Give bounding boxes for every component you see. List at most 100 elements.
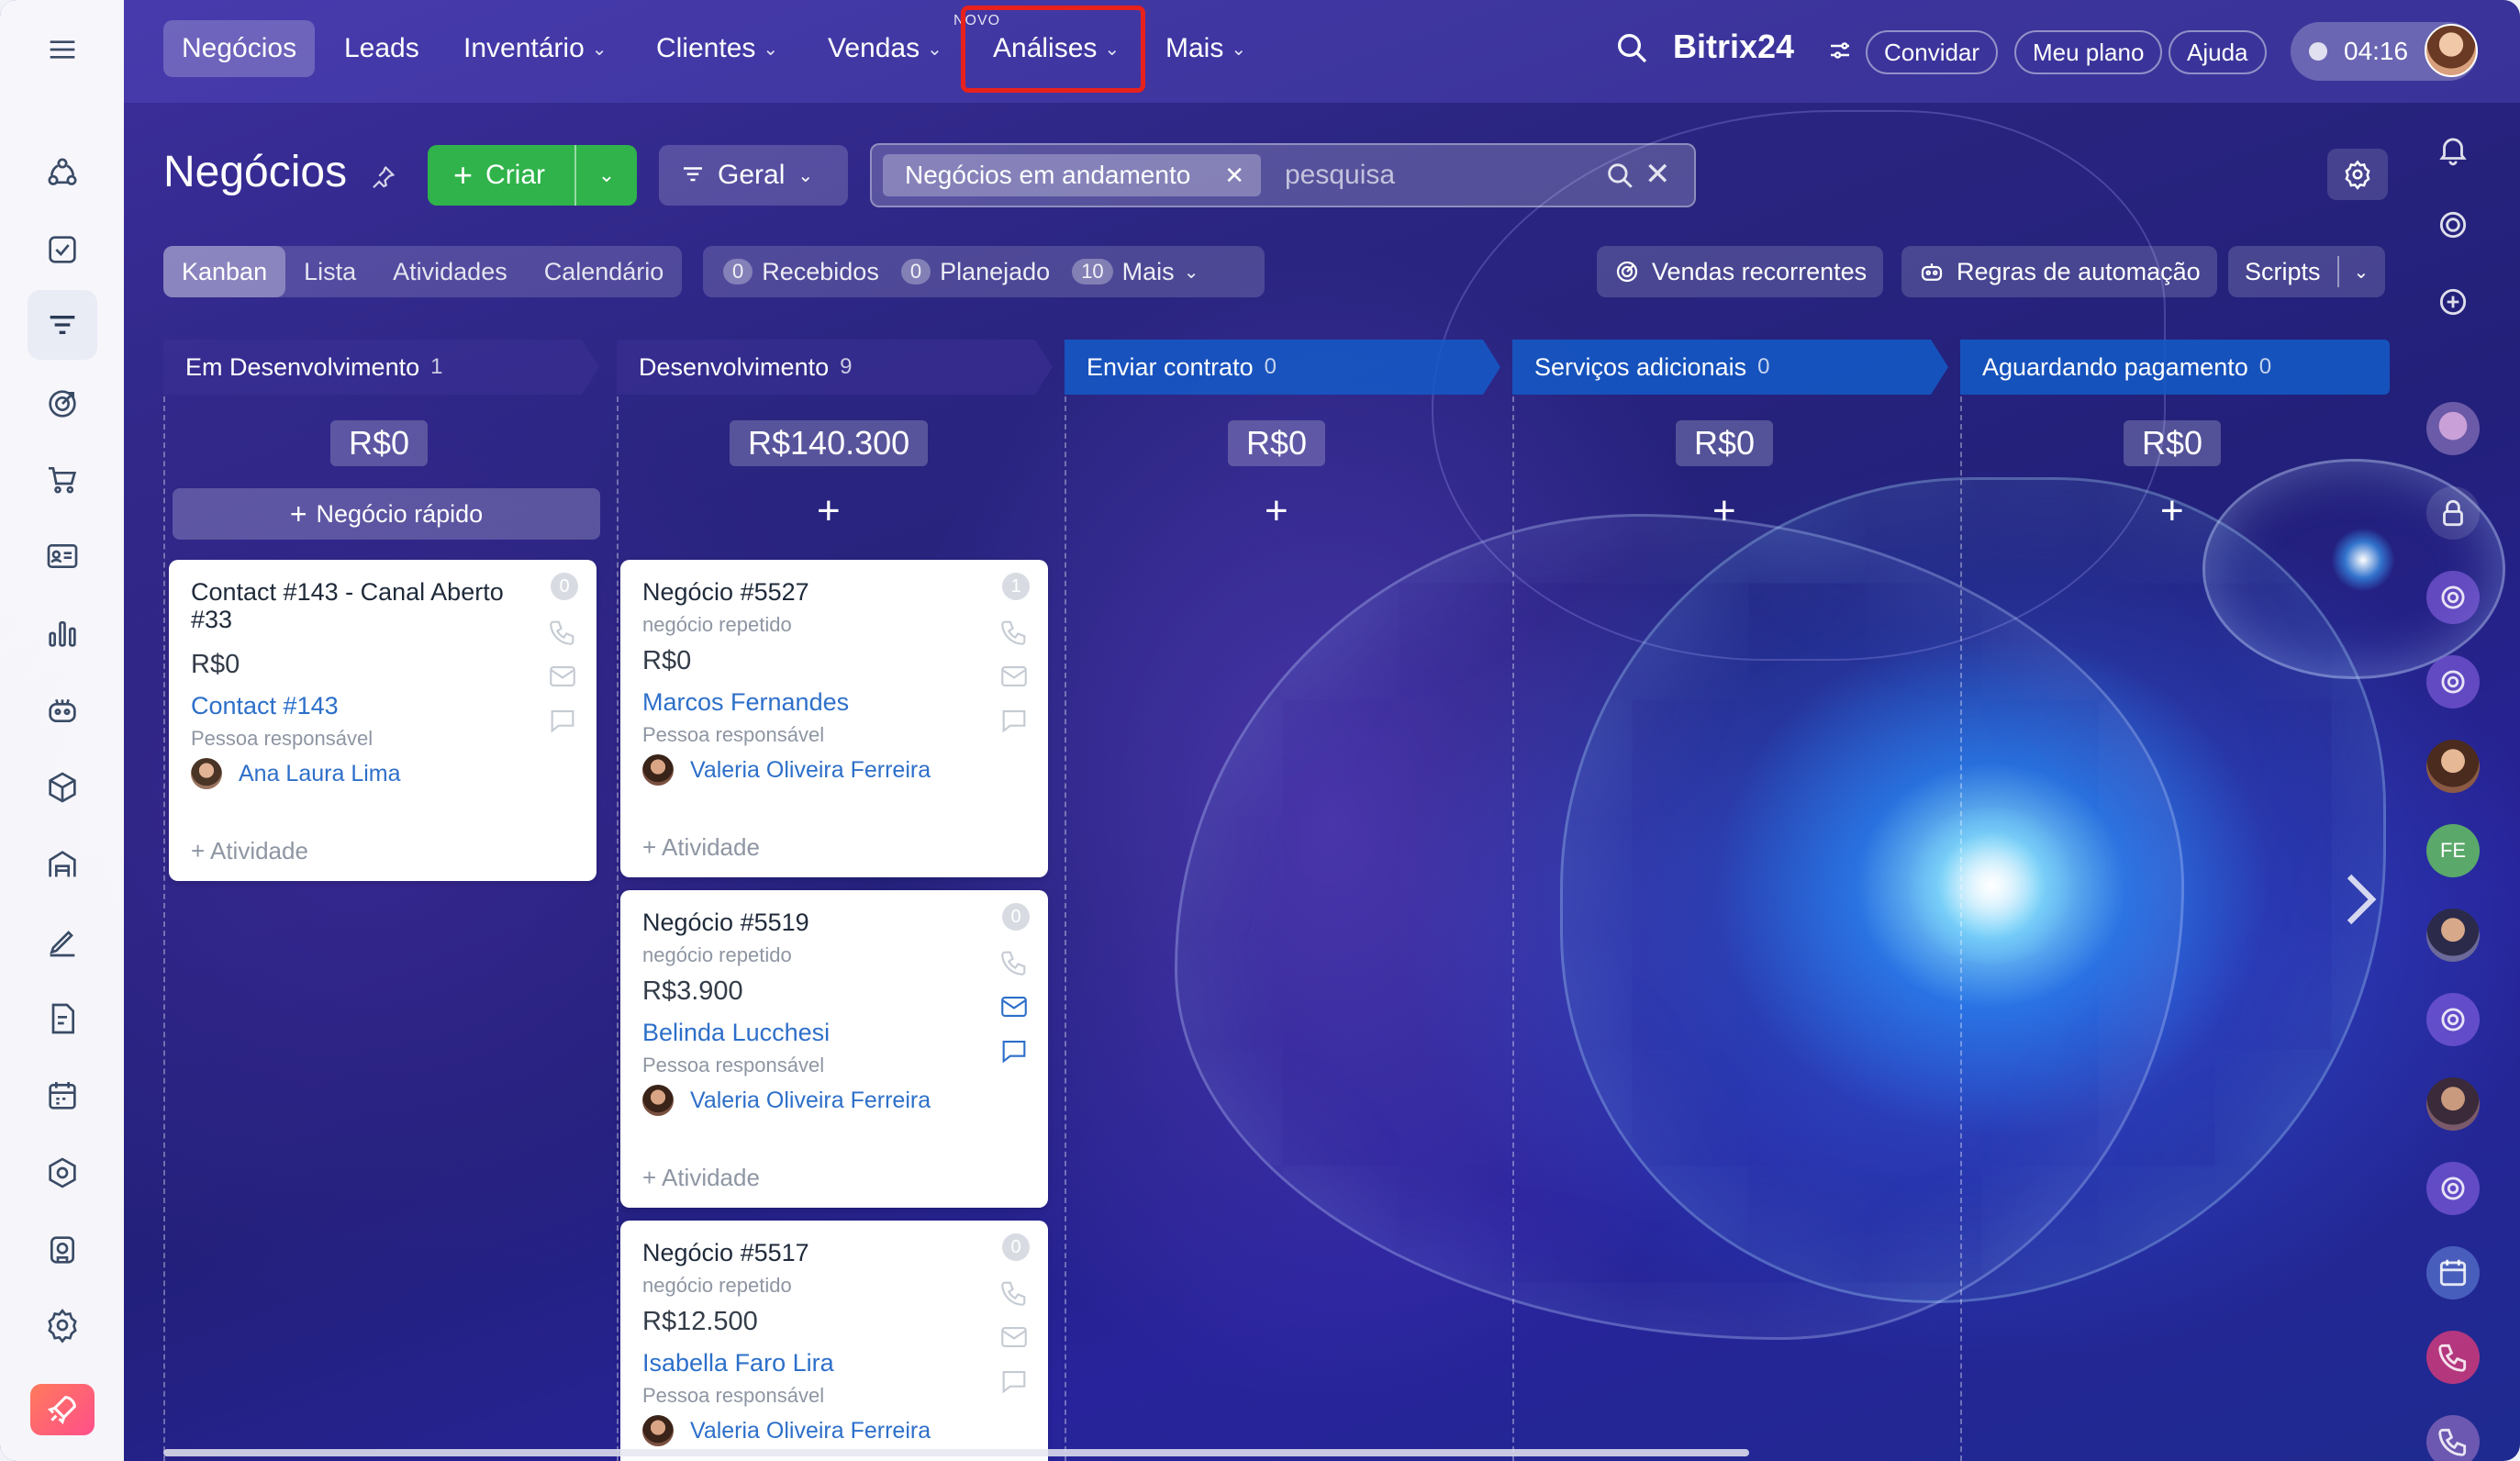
channel-icon[interactable] xyxy=(2426,655,2480,708)
tab-atividades[interactable]: Atividades xyxy=(374,246,526,297)
filter-chip[interactable]: Negócios em andamento ✕ xyxy=(883,154,1261,196)
deal-contact-link[interactable]: Isabella Faro Lira xyxy=(642,1349,834,1377)
nav-item-mais[interactable]: Mais ⌄ xyxy=(1147,20,1265,77)
document-icon[interactable] xyxy=(28,984,97,1054)
calendar-icon[interactable] xyxy=(28,1061,97,1131)
clear-search-icon[interactable]: ✕ xyxy=(1645,156,1671,193)
create-button[interactable]: + Criar ⌄ xyxy=(428,145,637,206)
robot-icon[interactable] xyxy=(28,675,97,745)
nav-item-leads[interactable]: Leads xyxy=(326,20,438,77)
marketplace-icon[interactable] xyxy=(28,1215,97,1285)
counter-planejado[interactable]: 0 Planejado xyxy=(900,258,1050,286)
invite-button[interactable]: Convidar xyxy=(1866,30,1999,74)
sign-icon[interactable] xyxy=(28,907,97,976)
counter-recebidos[interactable]: 0 Recebidos xyxy=(723,258,879,286)
tab-calendario[interactable]: Calendário xyxy=(526,246,683,297)
search-icon[interactable] xyxy=(1604,160,1635,191)
help-button[interactable]: Ajuda xyxy=(2169,30,2267,74)
counter-mais[interactable]: 10 Mais ⌄ xyxy=(1072,258,1199,286)
tab-lista[interactable]: Lista xyxy=(285,246,374,297)
menu-icon[interactable] xyxy=(28,15,97,84)
my-plan-button[interactable]: Meu plano xyxy=(2014,30,2163,74)
search-input[interactable] xyxy=(1285,154,1560,196)
phone-icon[interactable] xyxy=(2426,1331,2480,1384)
contact-avatar[interactable] xyxy=(2426,740,2480,793)
add-deal-plus-icon[interactable]: + xyxy=(817,491,841,531)
scripts-button[interactable]: Scripts ⌄ xyxy=(2228,246,2386,297)
contact-card-icon[interactable] xyxy=(28,521,97,591)
column-header[interactable]: Aguardando pagamento 0 xyxy=(1960,340,2390,395)
rocket-icon[interactable] xyxy=(30,1384,95,1435)
bot-avatar[interactable] xyxy=(2426,402,2480,455)
add-activity-link[interactable]: + Atividade xyxy=(642,833,760,862)
channel-icon[interactable] xyxy=(2426,571,2480,624)
deal-contact-link[interactable]: Contact #143 xyxy=(191,692,339,720)
chat-icon[interactable] xyxy=(998,1035,1030,1066)
create-main[interactable]: + Criar xyxy=(428,145,574,206)
automation-rules-button[interactable]: Regras de automação xyxy=(1901,246,2217,297)
analytics-icon[interactable] xyxy=(28,598,97,668)
hexagon-icon[interactable] xyxy=(28,1138,97,1208)
cart-icon[interactable] xyxy=(28,444,97,514)
crm-icon[interactable] xyxy=(28,290,97,360)
deal-title[interactable]: Contact #143 - Canal Aberto #33 xyxy=(191,578,540,633)
chat-icon[interactable] xyxy=(547,705,578,736)
deal-contact-link[interactable]: Belinda Lucchesi xyxy=(642,1019,830,1047)
nav-item-inventario[interactable]: Inventário ⌄ xyxy=(445,20,626,77)
copilot-icon[interactable] xyxy=(2426,198,2480,251)
nav-item-vendas[interactable]: Vendas ⌄ xyxy=(809,20,961,77)
responsible-person[interactable]: Valeria Oliveira Ferreira xyxy=(642,754,931,786)
settings-button[interactable] xyxy=(2327,149,2388,200)
deal-card[interactable]: Negócio #5517 0 negócio repetido R$12.50… xyxy=(620,1221,1048,1461)
responsible-person[interactable]: Valeria Oliveira Ferreira xyxy=(642,1415,931,1446)
deal-title[interactable]: Negócio #5519 xyxy=(642,909,991,936)
user-avatar[interactable] xyxy=(2425,24,2478,77)
phone-icon[interactable] xyxy=(2426,1415,2480,1461)
add-deal-plus-icon[interactable]: + xyxy=(2160,491,2184,531)
mail-icon[interactable] xyxy=(998,991,1030,1022)
sliders-icon[interactable] xyxy=(1826,37,1854,64)
contact-avatar[interactable] xyxy=(2426,909,2480,962)
deal-contact-link[interactable]: Marcos Fernandes xyxy=(642,688,849,717)
deal-card[interactable]: Negócio #5527 1 negócio repetido R$0 Mar… xyxy=(620,560,1048,877)
pin-icon[interactable] xyxy=(369,163,396,191)
phone-icon[interactable] xyxy=(998,947,1030,978)
deal-title[interactable]: Negócio #5517 xyxy=(642,1239,991,1266)
nav-item-negocios[interactable]: Negócios xyxy=(163,20,316,77)
tasks-icon[interactable] xyxy=(28,215,97,284)
channel-icon[interactable] xyxy=(2426,1162,2480,1215)
chat-icon[interactable] xyxy=(998,705,1030,736)
brand-logo[interactable]: Bitrix24 xyxy=(1673,28,1794,66)
deal-card[interactable]: Negócio #5519 0 negócio repetido R$3.900… xyxy=(620,890,1048,1208)
column-header[interactable]: Enviar contrato 0 xyxy=(1065,340,1500,395)
add-deal-plus-icon[interactable]: + xyxy=(1265,491,1288,531)
channel-icon[interactable] xyxy=(2426,993,2480,1046)
column-header[interactable]: Desenvolvimento 9 xyxy=(617,340,1053,395)
category-selector[interactable]: Geral ⌄ xyxy=(659,145,848,206)
scroll-right-chevron-icon[interactable] xyxy=(2331,863,2386,936)
mail-icon[interactable] xyxy=(998,661,1030,692)
calendar-icon[interactable] xyxy=(2426,1246,2480,1299)
filter-search-bar[interactable]: Negócios em andamento ✕ ✕ xyxy=(870,143,1696,207)
settings-icon[interactable] xyxy=(28,1290,97,1360)
horizontal-scrollbar[interactable] xyxy=(163,1449,1749,1456)
column-header[interactable]: Em Desenvolvimento 1 xyxy=(163,340,599,395)
contact-avatar[interactable] xyxy=(2426,1077,2480,1131)
deal-card[interactable]: Contact #143 - Canal Aberto #33 0 R$0 Co… xyxy=(169,560,597,881)
bell-icon[interactable] xyxy=(2426,123,2480,176)
phone-icon[interactable] xyxy=(998,1277,1030,1309)
feed-icon[interactable] xyxy=(28,138,97,207)
tab-kanban[interactable]: Kanban xyxy=(163,246,286,297)
add-deal-plus-icon[interactable]: + xyxy=(1712,491,1736,531)
add-activity-link[interactable]: + Atividade xyxy=(191,837,308,865)
add-activity-link[interactable]: + Atividade xyxy=(642,1164,760,1192)
column-header[interactable]: Serviços adicionais 0 xyxy=(1512,340,1948,395)
chevron-down-icon[interactable]: ⌄ xyxy=(2336,256,2369,287)
phone-icon[interactable] xyxy=(998,617,1030,648)
deal-title[interactable]: Negócio #5527 xyxy=(642,578,991,606)
recurring-sales-button[interactable]: Vendas recorrentes xyxy=(1597,246,1884,297)
mail-icon[interactable] xyxy=(547,661,578,692)
mail-icon[interactable] xyxy=(998,1322,1030,1353)
search-icon[interactable] xyxy=(1613,29,1654,70)
remove-filter-icon[interactable]: ✕ xyxy=(1224,162,1244,190)
